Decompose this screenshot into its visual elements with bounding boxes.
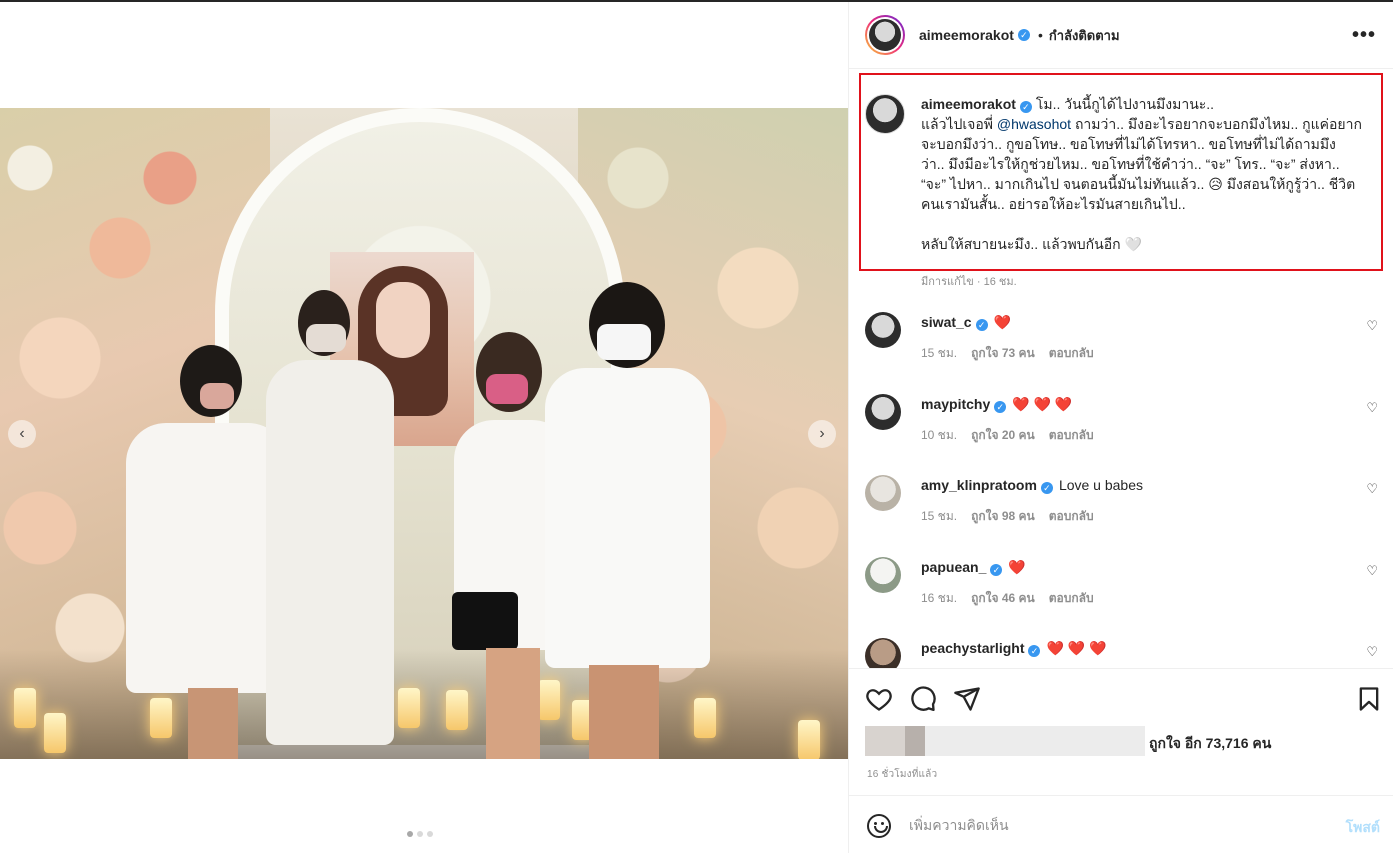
commenter-avatar[interactable] <box>865 312 901 348</box>
verified-badge-icon: ✓ <box>1028 645 1041 657</box>
liked-by-names-blurred <box>925 726 1145 756</box>
liked-by-avatar <box>865 726 905 756</box>
comment-text: ❤️ ❤️ ❤️ <box>1012 396 1073 412</box>
comment-like-heart-icon[interactable]: ♡ <box>1366 481 1378 497</box>
verified-badge-icon: ✓ <box>1019 101 1032 113</box>
post-comment-button[interactable]: โพสต์ <box>1346 817 1380 839</box>
comment-text: ❤️ <box>993 314 1012 330</box>
comment-text: ❤️ ❤️ ❤️ <box>1046 640 1107 656</box>
candle <box>14 688 36 728</box>
save-bookmark-icon[interactable] <box>1355 685 1383 713</box>
comment-bubble-icon[interactable] <box>909 685 937 713</box>
comment-item: amy_klinpratoom ✓ Love u babes 15 ชม. ถูกใจ… <box>865 475 1380 545</box>
next-image-button[interactable]: › <box>808 420 836 448</box>
caption-line: จะบอกมึงว่า.. กูขอโทษ.. ขอโทษที่ไม่ได้โท… <box>921 136 1336 152</box>
person-2 <box>266 288 394 759</box>
reply-button[interactable]: ตอบกลับ <box>1049 509 1094 523</box>
commenter-avatar[interactable] <box>865 557 901 593</box>
caption-line: แล้วไปเจอพี่ <box>921 116 997 132</box>
verified-badge-icon: ✓ <box>994 401 1007 413</box>
comment-time[interactable]: 10 ชม. <box>921 428 957 442</box>
caption-author-username[interactable]: aimeemorakot <box>921 96 1016 112</box>
comment-time[interactable]: 15 ชม. <box>921 346 957 360</box>
add-comment-bar: โพสต์ <box>849 795 1393 853</box>
comment-text: Love u babes <box>1058 477 1144 493</box>
commenter-username[interactable]: siwat_c <box>921 314 972 330</box>
verified-badge-icon: ✓ <box>1040 482 1053 494</box>
comment-likes[interactable]: ถูกใจ 98 คน <box>971 509 1035 523</box>
author-username[interactable]: aimeemorakot <box>919 27 1014 43</box>
more-options-icon[interactable]: ••• <box>1352 24 1376 47</box>
comment-time[interactable]: 16 ชม. <box>921 591 957 605</box>
comment-like-heart-icon[interactable]: ♡ <box>1366 644 1378 660</box>
comment-like-heart-icon[interactable]: ♡ <box>1366 563 1378 579</box>
comment-time[interactable]: 15 ชม. <box>921 509 957 523</box>
caption-line: หลับให้สบายนะมึง.. แล้วพบกันอีก 🤍 <box>921 236 1142 252</box>
caption-line: ว่า.. มึงมีอะไรให้กูช่วยไหม.. ขอโทษที่ใช… <box>921 156 1340 172</box>
commenter-username[interactable]: papuean_ <box>921 559 986 575</box>
reply-button[interactable]: ตอบกลับ <box>1049 346 1094 360</box>
caption-line: “จะ” ไปหา.. มากเกินไป จนตอนนี้มันไม่ทันแ… <box>921 176 1356 192</box>
comment-item: siwat_c ✓ ❤️ 15 ชม. ถูกใจ 73 คน ตอบกลับ ♡ <box>865 312 1380 382</box>
liked-by-avatar <box>905 726 925 756</box>
post-details-panel: aimeemorakot ✓ • กำลังติดตาม ••• aimeemo… <box>848 2 1393 853</box>
caption-line: คนเรามันสั้น.. อย่ารอให้อะไรมันสายเกินไป… <box>921 196 1186 212</box>
candle <box>798 720 820 759</box>
emoji-icon[interactable] <box>867 814 891 838</box>
post-actions: ถูกใจ อีก 73,716 คน 16 ชั่วโมงที่แล้ว <box>849 668 1393 798</box>
share-send-icon[interactable] <box>953 685 981 713</box>
comment-likes[interactable]: ถูกใจ 73 คน <box>971 346 1035 360</box>
like-heart-icon[interactable] <box>865 685 893 713</box>
comment-item: maypitchy ✓ ❤️ ❤️ ❤️ 10 ชม. ถูกใจ 20 คน ตอบก… <box>865 394 1380 464</box>
comment-likes[interactable]: ถูกใจ 20 คน <box>971 428 1035 442</box>
post-header: aimeemorakot ✓ • กำลังติดตาม ••• <box>849 2 1393 69</box>
comment-like-heart-icon[interactable]: ♡ <box>1366 400 1378 416</box>
reply-button[interactable]: ตอบกลับ <box>1049 428 1094 442</box>
reply-button[interactable]: ตอบกลับ <box>1049 591 1094 605</box>
caption-author-avatar[interactable] <box>865 94 905 134</box>
commenter-username[interactable]: maypitchy <box>921 396 990 412</box>
author-avatar-ring[interactable] <box>865 15 905 55</box>
previous-image-button[interactable]: ‹ <box>8 420 36 448</box>
comment-likes[interactable]: ถูกใจ 46 คน <box>971 591 1035 605</box>
carousel-dot <box>427 831 433 837</box>
comment-like-heart-icon[interactable]: ♡ <box>1366 318 1378 334</box>
comment-input[interactable] <box>909 812 1309 838</box>
carousel-dot <box>417 831 423 837</box>
commenter-username[interactable]: amy_klinpratoom <box>921 477 1037 493</box>
carousel-dot <box>407 831 413 837</box>
caption-line: ถามว่า.. มึงอะไรอยากจะบอกมึงไหม.. กูแค่อ… <box>1071 116 1362 132</box>
likes-count[interactable]: ถูกใจ อีก 73,716 คน <box>1149 733 1271 755</box>
following-button[interactable]: กำลังติดตาม <box>1049 25 1120 46</box>
comment-item: peachystarlight ✓ ❤️ ❤️ ❤️ ♡ <box>865 638 1380 668</box>
post-photo[interactable] <box>0 108 848 759</box>
edited-label: มีการแก้ไข · 16 ชม. <box>921 276 1017 288</box>
liked-by-row[interactable]: ถูกใจ อีก 73,716 คน <box>865 726 1385 756</box>
mention-link[interactable]: @hwasohot <box>997 116 1071 132</box>
post-media-pane: ‹ › <box>0 2 848 853</box>
post-timestamp[interactable]: 16 ชั่วโมงที่แล้ว <box>867 767 937 782</box>
candle <box>44 713 66 753</box>
separator-dot: • <box>1037 27 1043 43</box>
author-avatar[interactable] <box>869 19 901 51</box>
comment-item: papuean_ ✓ ❤️ 16 ชม. ถูกใจ 46 คน ตอบกลับ ♡ <box>865 557 1380 627</box>
candle <box>398 688 420 728</box>
comment-text: ❤️ <box>1008 559 1026 575</box>
commenter-avatar[interactable] <box>865 475 901 511</box>
verified-badge-icon: ✓ <box>990 564 1003 576</box>
caption-line: โม.. วันนี้กูได้ไปงานมึงมานะ.. <box>1035 96 1215 112</box>
commenter-username[interactable]: peachystarlight <box>921 640 1024 656</box>
person-4 <box>545 280 710 759</box>
commenter-avatar[interactable] <box>865 638 901 668</box>
carousel-dots <box>407 831 433 837</box>
commenter-avatar[interactable] <box>865 394 901 430</box>
verified-badge-icon: ✓ <box>975 319 988 331</box>
verified-badge-icon: ✓ <box>1017 29 1030 41</box>
